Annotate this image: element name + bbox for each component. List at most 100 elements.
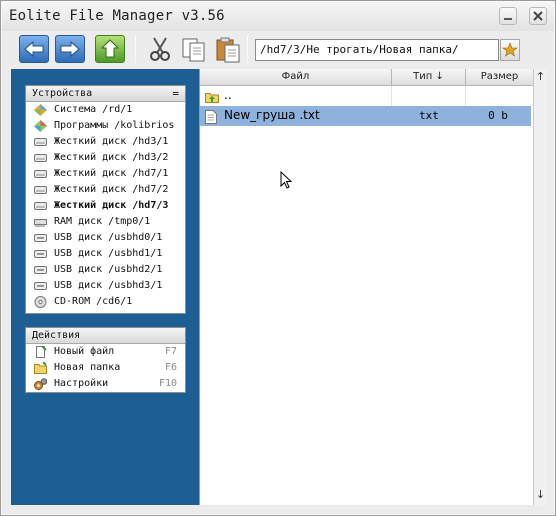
toolbar: /hd7/3/Не трогать/Новая папка/ [11, 33, 547, 65]
device-label: Жесткий диск /hd7/2 [54, 184, 169, 195]
app-window: Eolite File Manager v3.56 /hd7/3/Не трог… [0, 0, 556, 516]
file-type: txt [419, 109, 439, 122]
device-item[interactable]: Система /rd/1 [26, 102, 185, 118]
cdrom-icon [34, 296, 47, 308]
action-item[interactable]: Новая папка F6 [26, 360, 185, 376]
file-row[interactable]: .. [200, 86, 531, 106]
device-item[interactable]: Программы /kolibrios [26, 118, 185, 134]
scroll-down-button[interactable]: ↓ [534, 487, 547, 503]
device-item[interactable]: Жесткий диск /hd7/1 [26, 166, 185, 182]
forward-icon [60, 40, 80, 58]
text-file-icon [205, 110, 217, 130]
device-label: Жесткий диск /hd7/1 [54, 168, 169, 179]
side-panel: Устройства = Система /rd/1 Программы /kol… [11, 69, 199, 505]
path-input[interactable]: /hd7/3/Не трогать/Новая папка/ [255, 39, 499, 61]
column-header: Файл Тип ↓ Размер [200, 69, 533, 86]
device-item[interactable]: Жесткий диск /hd3/2 [26, 150, 185, 166]
devices-list: Система /rd/1 Программы /kolibrios Жесткий… [26, 102, 185, 310]
usb-icon [34, 248, 47, 260]
back-button[interactable] [19, 35, 49, 63]
usb-icon [34, 264, 47, 276]
cut-button[interactable] [145, 35, 175, 63]
devices-title: Устройства [32, 88, 93, 99]
device-label: USB диск /usbhd2/1 [54, 264, 163, 275]
vertical-scrollbar[interactable]: ↑ ↓ [533, 69, 547, 505]
device-item[interactable]: USB диск /usbhd1/1 [26, 246, 185, 262]
devices-panel: Устройства = Система /rd/1 Программы /kol… [25, 85, 186, 314]
hotkey: F7 [164, 346, 177, 357]
up-button[interactable] [95, 35, 125, 63]
action-label: Новый файл [54, 346, 115, 357]
action-label: Настройки [54, 378, 109, 389]
hdd-icon [34, 200, 47, 212]
hdd-icon [34, 168, 47, 180]
device-label: USB диск /usbhd1/1 [54, 248, 163, 259]
hdd-icon [34, 184, 47, 196]
usb-icon [34, 280, 47, 292]
hotkey: F10 [158, 378, 177, 389]
new-folder-icon [34, 361, 47, 374]
devices-header[interactable]: Устройства = [26, 86, 185, 102]
device-item[interactable]: Жесткий диск /hd7/2 [26, 182, 185, 198]
column-name[interactable]: Файл [200, 69, 392, 86]
device-label: USB диск /usbhd0/1 [54, 232, 163, 243]
cut-icon [150, 37, 170, 61]
device-label: RAM диск /tmp0/1 [54, 216, 151, 227]
forward-button[interactable] [55, 35, 85, 63]
column-size[interactable]: Размер [466, 69, 533, 86]
up-icon [100, 39, 120, 58]
collapse-toggle[interactable]: = [172, 86, 179, 101]
window-title: Eolite File Manager v3.56 [9, 8, 225, 24]
ram-icon [34, 216, 47, 228]
title-bar[interactable]: Eolite File Manager v3.56 [2, 2, 554, 31]
minimize-icon [504, 18, 512, 20]
file-name: New_груша .txt [224, 108, 320, 122]
file-size: 0 b [488, 109, 508, 122]
device-label: Жесткий диск /hd3/1 [54, 136, 169, 147]
device-item[interactable]: USB диск /usbhd2/1 [26, 262, 185, 278]
file-name: .. [224, 88, 232, 102]
close-icon [533, 11, 543, 21]
action-label: Новая папка [54, 362, 121, 373]
paste-icon [216, 37, 240, 63]
toolbar-separator [135, 35, 136, 63]
device-label: Система /rd/1 [54, 104, 133, 115]
column-type[interactable]: Тип ↓ [392, 69, 466, 86]
device-label: USB диск /usbhd3/1 [54, 280, 163, 291]
device-item[interactable]: RAM диск /tmp0/1 [26, 214, 185, 230]
file-row[interactable]: New_груша .txt txt 0 b [200, 106, 531, 126]
actions-header[interactable]: Действия [26, 328, 185, 344]
action-item[interactable]: Новый файл F7 [26, 344, 185, 360]
copy-icon [182, 38, 205, 62]
new-file-icon [34, 345, 47, 358]
favorite-button[interactable] [500, 39, 520, 61]
device-item[interactable]: USB диск /usbhd3/1 [26, 278, 185, 294]
device-label: CD-ROM /cd6/1 [54, 296, 133, 307]
copy-button[interactable] [179, 35, 209, 63]
device-item[interactable]: CD-ROM /cd6/1 [26, 294, 185, 310]
paste-button[interactable] [213, 35, 243, 63]
mouse-cursor-icon [280, 171, 293, 189]
star-icon [502, 42, 518, 57]
scroll-up-button[interactable]: ↑ [534, 69, 547, 85]
usb-icon [34, 232, 47, 244]
close-button[interactable] [529, 7, 547, 25]
actions-list: Новый файл F7 Новая папка F6 Настройки F10 [26, 344, 185, 392]
hotkey: F6 [164, 362, 177, 373]
actions-title: Действия [32, 330, 81, 341]
system-icon [34, 104, 47, 116]
device-item[interactable]: USB диск /usbhd0/1 [26, 230, 185, 246]
hdd-icon [34, 152, 47, 164]
back-icon [24, 40, 44, 58]
programs-icon [34, 120, 47, 132]
settings-icon [34, 378, 48, 390]
actions-panel: Действия Новый файл F7 Новая папка F6 Настро… [25, 327, 186, 393]
action-item[interactable]: Настройки F10 [26, 376, 185, 392]
minimize-button[interactable] [499, 7, 517, 25]
device-item[interactable]: Жесткий диск /hd3/1 [26, 134, 185, 150]
toolbar-separator [247, 35, 248, 63]
device-item[interactable]: Жесткий диск /hd7/3 [26, 198, 185, 214]
device-label: Жесткий диск /hd7/3 [54, 200, 169, 211]
device-label: Жесткий диск /hd3/2 [54, 152, 169, 163]
file-list-panel: Файл Тип ↓ Размер .. New_груша .txt txt 0 b… [199, 69, 547, 505]
